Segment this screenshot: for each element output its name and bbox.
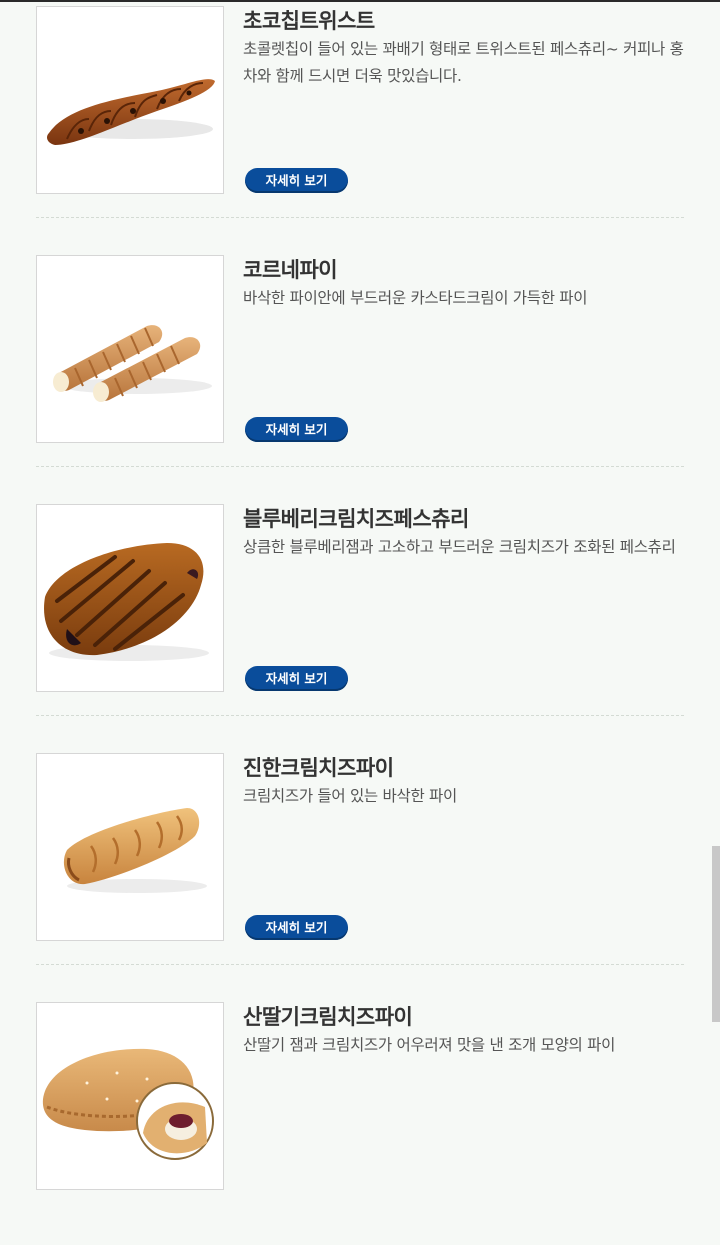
view-details-button[interactable]: 자세히 보기 xyxy=(245,168,348,193)
product-image[interactable] xyxy=(36,6,224,194)
product-item: 진한크림치즈파이 크림치즈가 들어 있는 바삭한 파이 자세히 보기 xyxy=(0,747,720,996)
product-name[interactable]: 산딸기크림치즈파이 xyxy=(243,1001,413,1031)
product-item: 블루베리크림치즈페스츄리 상큼한 블루베리잼과 고소하고 부드러운 크림치즈가 … xyxy=(0,498,720,747)
divider xyxy=(36,217,684,218)
raspberry-cheese-pie-image xyxy=(42,1048,214,1160)
cream-cheese-pie-image xyxy=(63,808,207,893)
product-item: 초코칩트위스트 초콜렛칩이 들어 있는 꽈배기 형태로 트위스트된 페스츄리~ … xyxy=(0,0,720,249)
product-description: 상큼한 블루베리잼과 고소하고 부드러운 크림치즈가 조화된 페스츄리 xyxy=(243,538,676,556)
product-name[interactable]: 초코칩트위스트 xyxy=(243,5,375,35)
product-description: 산딸기 잼과 크림치즈가 어우러져 맛을 낸 조개 모양의 파이 xyxy=(243,1036,616,1054)
product-description: 바삭한 파이안에 부드러운 카스타드크림이 가득한 파이 xyxy=(243,289,588,307)
divider xyxy=(36,466,684,467)
divider xyxy=(36,715,684,716)
product-description: 초콜렛칩이 들어 있는 꽈배기 형태로 트위스트된 페스츄리~ 커피나 홍차와 … xyxy=(243,40,684,85)
divider xyxy=(36,964,684,965)
product-image[interactable] xyxy=(36,753,224,941)
choco-twist-image xyxy=(47,79,215,145)
view-details-button[interactable]: 자세히 보기 xyxy=(245,915,348,940)
product-item: 코르네파이 바삭한 파이안에 부드러운 카스타드크림이 가득한 파이 자세히 보… xyxy=(0,249,720,498)
product-image[interactable] xyxy=(36,1002,224,1190)
cornet-pie-image xyxy=(53,325,212,402)
product-image[interactable] xyxy=(36,255,224,443)
product-description: 크림치즈가 들어 있는 바삭한 파이 xyxy=(243,787,457,805)
blueberry-pastry-image xyxy=(44,543,209,661)
view-details-button[interactable]: 자세히 보기 xyxy=(245,417,348,442)
product-name[interactable]: 블루베리크림치즈페스츄리 xyxy=(243,503,469,533)
product-item: 산딸기크림치즈파이 산딸기 잼과 크림치즈가 어우러져 맛을 낸 조개 모양의 … xyxy=(0,996,720,1245)
view-details-button[interactable]: 자세히 보기 xyxy=(245,666,348,691)
product-name[interactable]: 코르네파이 xyxy=(243,254,338,284)
scrollbar-thumb[interactable] xyxy=(712,846,720,1022)
product-name[interactable]: 진한크림치즈파이 xyxy=(243,752,394,782)
product-image[interactable] xyxy=(36,504,224,692)
